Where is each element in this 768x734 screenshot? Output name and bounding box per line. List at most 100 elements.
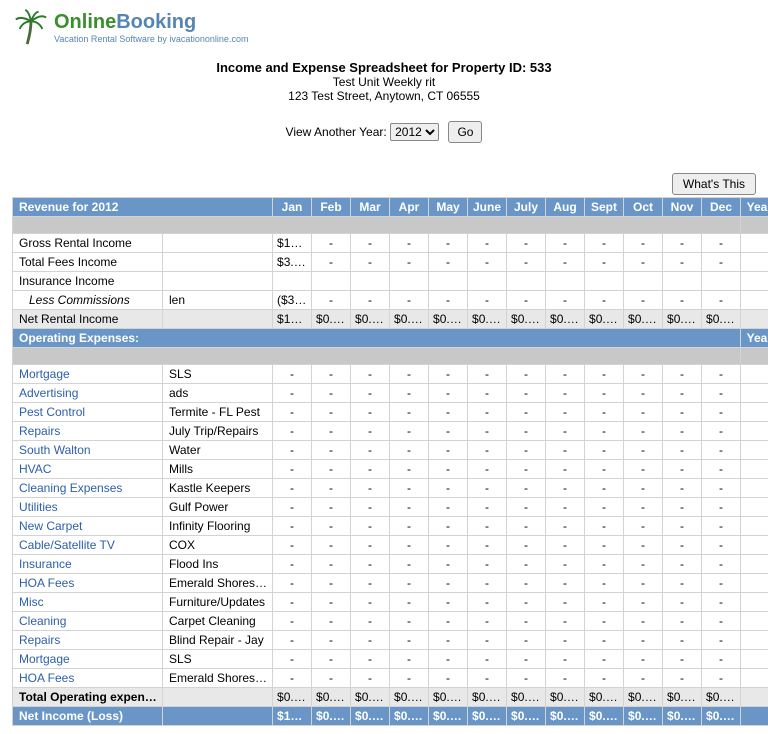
logo-tagline: Vacation Rental Software by ivacationonl… [54, 34, 248, 44]
expense-cell: - [312, 384, 351, 403]
expense-row-label[interactable]: Cleaning [13, 612, 163, 631]
expense-cell: - [507, 460, 546, 479]
expense-cell: - [468, 536, 507, 555]
expense-cell: - [624, 365, 663, 384]
total-opex-cell: $0.00 [624, 688, 663, 707]
expense-cell: - [468, 650, 507, 669]
expense-cell: - [702, 384, 741, 403]
expense-cell: - [351, 612, 390, 631]
expense-vendor: Blind Repair - Jay [163, 631, 273, 650]
expense-cell: - [429, 517, 468, 536]
expense-cell: - [702, 650, 741, 669]
net-income-cell: $0.00 [468, 707, 507, 726]
total-opex-cell: $0.00 [390, 688, 429, 707]
expense-cell: - [429, 403, 468, 422]
expense-ytd: $0.00 [741, 422, 768, 441]
revenue-cell: - [312, 253, 351, 272]
expense-cell: - [390, 612, 429, 631]
expense-cell: - [429, 593, 468, 612]
revenue-cell: - [624, 234, 663, 253]
revenue-cell [429, 272, 468, 291]
expense-cell: - [312, 631, 351, 650]
expense-cell: - [390, 631, 429, 650]
expense-cell: - [663, 536, 702, 555]
unit-address: 123 Test Street, Anytown, CT 06555 [12, 89, 756, 103]
expense-cell: - [702, 574, 741, 593]
revenue-cell: - [624, 253, 663, 272]
expense-cell: - [507, 574, 546, 593]
month-header: May [429, 198, 468, 217]
expense-cell: - [273, 403, 312, 422]
revenue-cell: - [663, 234, 702, 253]
expense-cell: - [429, 536, 468, 555]
expense-cell: - [273, 517, 312, 536]
revenue-cell: - [546, 253, 585, 272]
expense-cell: - [624, 536, 663, 555]
expense-cell: - [663, 365, 702, 384]
expense-cell: - [663, 631, 702, 650]
expense-cell: - [390, 650, 429, 669]
revenue-cell [546, 272, 585, 291]
expense-cell: - [429, 669, 468, 688]
expense-row-label[interactable]: Cleaning Expenses [13, 479, 163, 498]
expense-row-label[interactable]: Cable/Satellite TV [13, 536, 163, 555]
expense-ytd: $0.00 [741, 555, 768, 574]
expense-cell: - [702, 422, 741, 441]
expense-row-label[interactable]: Insurance [13, 555, 163, 574]
expense-row-label[interactable]: Advertising [13, 384, 163, 403]
expense-cell: - [507, 403, 546, 422]
net-income-cell: $0.00 [663, 707, 702, 726]
whats-this-button[interactable]: What's This [672, 173, 756, 195]
expense-row-label[interactable]: HOA Fees [13, 574, 163, 593]
expense-ytd: $0.00 [741, 536, 768, 555]
expense-cell: - [702, 479, 741, 498]
expense-cell: - [546, 612, 585, 631]
expense-cell: - [390, 555, 429, 574]
expense-cell: - [663, 441, 702, 460]
expense-row-label[interactable]: Mortgage [13, 365, 163, 384]
expense-row-label[interactable]: Repairs [13, 422, 163, 441]
net-rental-cell: $0.00 [585, 310, 624, 329]
expense-cell: - [273, 384, 312, 403]
expense-row-label[interactable]: Mortgage [13, 650, 163, 669]
revenue-cell [312, 272, 351, 291]
expense-cell: - [702, 612, 741, 631]
expense-vendor: Kastle Keepers [163, 479, 273, 498]
expense-cell: - [273, 574, 312, 593]
month-header: Aug [546, 198, 585, 217]
revenue-cell: - [663, 291, 702, 310]
net-rental-cell: $0.00 [390, 310, 429, 329]
expense-cell: - [624, 650, 663, 669]
expense-cell: - [273, 669, 312, 688]
expense-row-label[interactable]: Misc [13, 593, 163, 612]
logo: OnlineBooking Vacation Rental Software b… [12, 8, 756, 46]
expense-cell: - [312, 574, 351, 593]
expense-row-label[interactable]: Utilities [13, 498, 163, 517]
expense-row-label[interactable]: Repairs [13, 631, 163, 650]
expense-row-label[interactable]: Pest Control [13, 403, 163, 422]
expense-cell: - [585, 384, 624, 403]
expense-row-label[interactable]: South Walton [13, 441, 163, 460]
expense-cell: - [585, 669, 624, 688]
expense-row-label[interactable]: HVAC [13, 460, 163, 479]
expense-cell: - [390, 441, 429, 460]
total-opex-ytd: $0.00 [741, 688, 768, 707]
expense-cell: - [273, 593, 312, 612]
expense-row-label[interactable]: New Carpet [13, 517, 163, 536]
net-rental-cell: $0.00 [351, 310, 390, 329]
total-opex-cell: $0.00 [351, 688, 390, 707]
expense-cell: - [585, 555, 624, 574]
expense-ytd: $0.00 [741, 479, 768, 498]
revenue-cell: - [390, 291, 429, 310]
expense-cell: - [429, 631, 468, 650]
expense-cell: - [312, 669, 351, 688]
expense-row-label[interactable]: HOA Fees [13, 669, 163, 688]
expense-ytd: $0.00 [741, 612, 768, 631]
revenue-cell [702, 272, 741, 291]
revenue-cell [468, 272, 507, 291]
expense-cell: - [702, 460, 741, 479]
expense-cell: - [585, 498, 624, 517]
year-select[interactable]: 2012 [390, 123, 439, 141]
go-button[interactable]: Go [448, 121, 482, 143]
expense-cell: - [546, 365, 585, 384]
